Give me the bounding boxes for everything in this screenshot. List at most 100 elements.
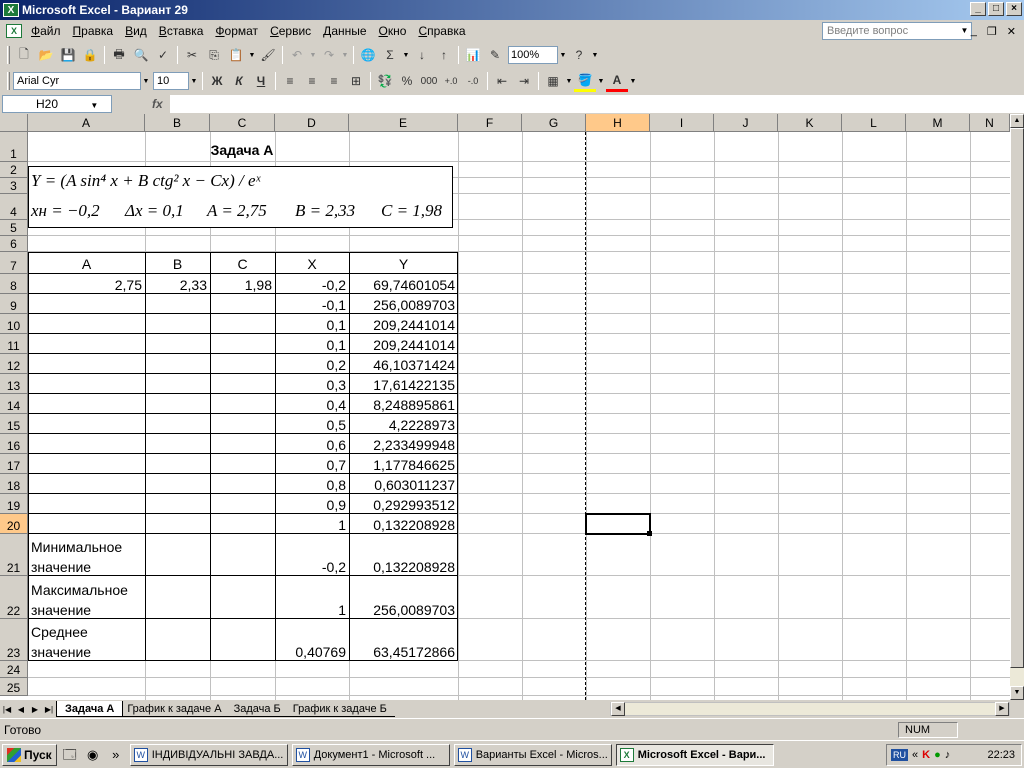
permission-icon[interactable]: 🔒 [79,44,101,66]
chevron-down-icon[interactable]: ▼ [189,78,199,85]
zoom-select[interactable]: 100% [508,46,558,64]
y-cell[interactable]: 17,61422135 [349,377,458,393]
workbook-minimize-button[interactable]: _ [971,25,977,38]
x-cell[interactable]: 0,4 [275,397,349,413]
merge-center-icon[interactable]: ⊞ [345,70,367,92]
sheet-tab-chart-b[interactable]: График к задаче Б [284,701,395,717]
first-sheet-icon[interactable]: |◀ [0,705,14,714]
chevron-down-icon[interactable]: ▼ [590,52,600,59]
name-box[interactable]: H20 ▼ [2,95,112,113]
param-a-cell[interactable]: 2,75 [28,277,145,293]
param-b-cell[interactable]: 2,33 [145,277,210,293]
y-cell[interactable]: 46,10371424 [349,357,458,373]
row-header-22[interactable]: 22 [0,576,28,619]
excel-app-icon[interactable]: X [3,3,19,17]
row-header-4[interactable]: 4 [0,194,28,220]
column-header-m[interactable]: M [906,114,970,132]
quicklaunch-expand-icon[interactable]: » [106,745,126,765]
row-header-23[interactable]: 23 [0,619,28,661]
underline-button[interactable]: Ч [250,70,272,92]
start-button[interactable]: Пуск [2,743,57,766]
column-header-i[interactable]: I [650,114,714,132]
cut-icon[interactable]: ✂ [181,44,203,66]
sheet-tab-task-a[interactable]: Задача А [56,701,124,717]
y-cell[interactable]: 2,233499948 [349,437,458,453]
volume-icon[interactable]: ♪ [945,749,951,761]
chevron-down-icon[interactable]: ▼ [564,78,574,85]
x-cell[interactable]: 0,3 [275,377,349,393]
align-left-icon[interactable]: ≡ [279,70,301,92]
new-icon[interactable]: 🗋 [13,44,35,66]
toolbar-grip[interactable] [7,72,10,90]
x-cell[interactable]: 0,6 [275,437,349,453]
avg-y-cell[interactable]: 63,45172866 [349,644,458,660]
taskbar-excel[interactable]: X Microsoft Excel - Вари... [615,743,774,766]
font-select[interactable]: Arial Cyr [13,72,141,90]
increase-indent-icon[interactable]: ⇥ [513,70,535,92]
chevron-down-icon[interactable]: ▼ [340,52,350,59]
chevron-down-icon[interactable]: ▼ [596,78,606,85]
chevron-down-icon[interactable]: ▼ [401,52,411,59]
x-cell[interactable]: 0,7 [275,457,349,473]
media-player-icon[interactable]: ◉ [83,745,103,765]
drawing-icon[interactable]: ✎ [484,44,506,66]
row-header-14[interactable]: 14 [0,394,28,414]
row-header-11[interactable]: 11 [0,334,28,354]
scroll-down-icon[interactable]: ▼ [1010,686,1024,700]
workbook-icon[interactable]: X [6,24,22,38]
horizontal-scrollbar[interactable]: ◀ ▶ [610,702,1010,716]
language-indicator[interactable]: RU [891,749,908,761]
column-header-k[interactable]: K [778,114,842,132]
row-header-13[interactable]: 13 [0,374,28,394]
ask-question-input[interactable]: Введите вопрос [822,22,972,40]
fill-color-icon[interactable]: 🪣 [574,70,596,92]
column-header-e[interactable]: E [349,114,458,132]
column-header-h[interactable]: H [586,114,650,132]
row-header-9[interactable]: 9 [0,294,28,314]
fill-handle[interactable] [647,531,652,536]
chevron-down-icon[interactable]: ▼ [141,78,151,85]
spelling-icon[interactable]: ✓ [152,44,174,66]
toolbar-grip[interactable] [7,46,10,64]
vertical-scrollbar[interactable]: ▲ ▼ [1010,114,1024,700]
x-cell[interactable]: 0,1 [275,337,349,353]
sheet-tab-task-b[interactable]: Задача Б [225,701,289,717]
scroll-left-icon[interactable]: ◀ [611,702,625,716]
row-header-15[interactable]: 15 [0,414,28,434]
chevron-down-icon[interactable]: ▼ [958,23,971,39]
autosum-icon[interactable]: Σ [379,44,401,66]
row-header-5[interactable]: 5 [0,220,28,236]
column-header-c[interactable]: C [210,114,275,132]
increase-decimal-icon[interactable]: +.0 [440,70,462,92]
row-header-12[interactable]: 12 [0,354,28,374]
x-cell[interactable]: -0,2 [275,277,349,293]
row-header-20[interactable]: 20 [0,514,28,534]
row-header-3[interactable]: 3 [0,178,28,194]
borders-icon[interactable]: ▦ [542,70,564,92]
minimize-button[interactable]: _ [970,2,986,16]
row-header-7[interactable]: 7 [0,252,28,274]
menu-edit[interactable]: Правка [67,22,120,40]
x-cell[interactable]: 0,1 [275,317,349,333]
x-cell[interactable]: 1 [275,517,349,533]
scroll-up-icon[interactable]: ▲ [1010,114,1024,128]
y-cell[interactable]: 1,177846625 [349,457,458,473]
thousands-button[interactable]: 000 [418,70,440,92]
workbook-close-button[interactable]: ✕ [1007,25,1016,38]
menu-tools[interactable]: Сервис [264,22,317,40]
hyperlink-icon[interactable]: 🌐 [357,44,379,66]
menu-data[interactable]: Данные [317,22,372,40]
column-header-a[interactable]: A [28,114,145,132]
menu-file[interactable]: Файл [25,22,67,40]
x-cell[interactable]: 0,8 [275,477,349,493]
chevron-down-icon[interactable]: ▼ [247,52,257,59]
next-sheet-icon[interactable]: ▶ [28,705,42,714]
percent-button[interactable]: % [396,70,418,92]
y-cell[interactable]: 69,74601054 [349,277,458,293]
taskbar-word-doc-2[interactable]: W Документ1 - Microsoft ... [291,743,450,766]
row-header-1[interactable]: 1 [0,132,28,162]
max-y-cell[interactable]: 256,0089703 [349,602,458,618]
decrease-indent-icon[interactable]: ⇤ [491,70,513,92]
prev-sheet-icon[interactable]: ◀ [14,705,28,714]
align-center-icon[interactable]: ≡ [301,70,323,92]
